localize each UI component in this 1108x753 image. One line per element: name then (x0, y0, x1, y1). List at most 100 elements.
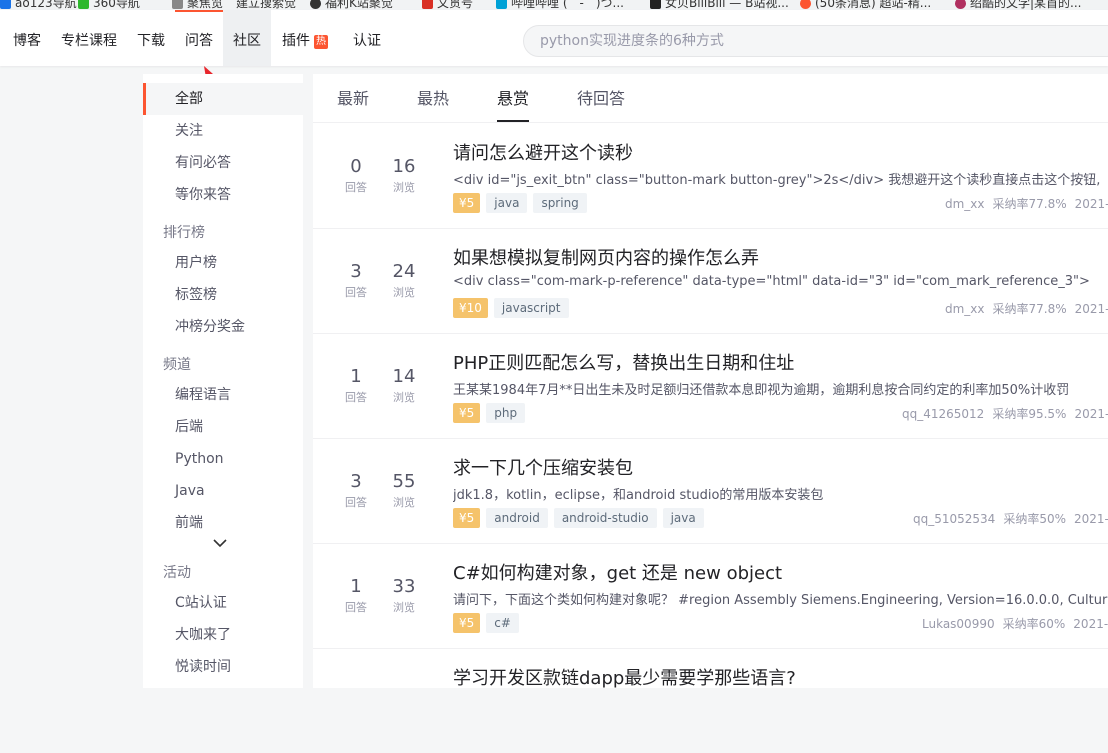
sidebar-item-backend[interactable]: 后端 (143, 411, 303, 443)
sidebar-heading-channel: 频道 (163, 357, 191, 373)
question-item[interactable]: 0 回答 16 浏览 请问怎么避开这个读秒 <div id="js_exit_btn… (313, 123, 1108, 229)
tag[interactable]: c# (486, 613, 519, 633)
answer-count: 1 回答 (336, 365, 376, 407)
bookmark-item[interactable]: 360导航 (78, 0, 140, 10)
tab-hottest[interactable]: 最热 (417, 74, 449, 122)
question-meta: Lukas00990 采纳率60% 2021-0 (922, 615, 1108, 632)
bookmark-item[interactable]: 聚焦览 (172, 0, 223, 10)
nav-plugins[interactable]: 插件热 (282, 10, 328, 66)
nav-download[interactable]: 下载 (137, 10, 165, 66)
question-title[interactable]: 求一下几个压缩安装包 (453, 454, 633, 480)
bookmark-icon (310, 0, 321, 9)
bounty-badge: ¥5 (453, 193, 481, 213)
bounty-badge: ¥5 (453, 403, 481, 423)
tag-list: ¥5 php (453, 403, 531, 423)
sidebar-item-tag-rank[interactable]: 标签榜 (143, 279, 303, 311)
hot-badge: 热 (314, 35, 328, 49)
tag[interactable]: spring (533, 193, 587, 213)
view-count-label: 浏览 (393, 391, 415, 404)
question-date: 2021-0 (1073, 617, 1108, 631)
answer-count-value: 0 (350, 156, 362, 177)
author-name[interactable]: Lukas00990 (922, 617, 995, 631)
sidebar-item-follow[interactable]: 关注 (143, 115, 303, 147)
nav-certification[interactable]: 认证 (353, 10, 381, 66)
answer-count-value: 3 (350, 471, 362, 492)
bookmark-item[interactable]: 福利K站聚觉 (310, 0, 393, 10)
bookmark-item[interactable]: (50条消息) 超站-精... (800, 0, 931, 10)
tag[interactable]: javascript (493, 298, 569, 318)
sidebar-heading-rank: 排行榜 (163, 225, 205, 241)
bookmark-item[interactable]: 女贝BiliBili — B站视... (650, 0, 789, 10)
sidebar-item-lang[interactable]: 编程语言 (143, 379, 303, 411)
tag[interactable]: android-studio (553, 508, 657, 528)
question-item[interactable]: 学习开发区款链dapp最少需要学那些语言? (313, 648, 1108, 753)
tab-bounty[interactable]: 悬赏 (497, 74, 530, 122)
tab-latest[interactable]: 最新 (337, 74, 369, 122)
question-item[interactable]: 1 回答 14 浏览 PHP正则匹配怎么写，替换出生日期和住址 王某某1984年7月… (313, 333, 1108, 439)
question-date: 2021-0 (1074, 407, 1108, 421)
nav-courses[interactable]: 专栏课程 (61, 10, 117, 66)
tag[interactable]: android (486, 508, 548, 528)
bookmark-item[interactable]: 建立搜索觉 (236, 0, 296, 10)
question-desc: <div id="js_exit_btn" class="button-mark… (453, 173, 1101, 188)
bookmark-item[interactable]: ao123导航 (0, 0, 77, 10)
bookmark-icon (172, 0, 183, 9)
sidebar-item-prize[interactable]: 冲榜分奖金 (143, 311, 303, 343)
author-name[interactable]: dm_xx (945, 197, 985, 211)
tag-list: ¥5 c# (453, 613, 525, 633)
nav-blog[interactable]: 博客 (13, 10, 41, 66)
tag-list: ¥5 java spring (453, 193, 593, 213)
sidebar-item-must-answer[interactable]: 有问必答 (143, 147, 303, 179)
accept-rate: 采纳率77.8% (992, 197, 1067, 211)
question-title[interactable]: 如果想模拟复制网页内容的操作怎么弄 (453, 244, 759, 270)
bookmark-icon (650, 0, 661, 9)
sidebar: 全部 关注 有问必答 等你来答 排行榜 用户榜 标签榜 冲榜分奖金 频道 编程语… (143, 74, 303, 688)
question-date: 2021-0 (1074, 197, 1108, 211)
tag[interactable]: java (486, 193, 528, 213)
sidebar-item-csdn-cert[interactable]: C站认证 (143, 587, 303, 619)
question-meta: dm_xx 采纳率77.8% 2021-0 (945, 195, 1108, 212)
question-item[interactable]: 3 回答 24 浏览 如果想模拟复制网页内容的操作怎么弄 <div class="c… (313, 228, 1108, 334)
author-name[interactable]: dm_xx (945, 302, 985, 316)
question-title[interactable]: 学习开发区款链dapp最少需要学那些语言? (453, 664, 796, 690)
bookmark-item[interactable]: 哔哩哔哩 (゜-゜)つ... (496, 0, 624, 10)
chevron-down-icon[interactable] (213, 538, 227, 548)
question-item[interactable]: 3 回答 55 浏览 求一下几个压缩安装包 jdk1.8，kotlin，eclips… (313, 438, 1108, 544)
sidebar-heading-activity: 活动 (163, 565, 191, 581)
question-title[interactable]: 请问怎么避开这个读秒 (453, 139, 633, 165)
author-name[interactable]: qq_41265012 (902, 407, 984, 421)
answer-count-label: 回答 (345, 496, 367, 509)
view-count-label: 浏览 (393, 286, 415, 299)
tab-unanswered[interactable]: 待回答 (577, 74, 625, 122)
question-item[interactable]: 1 回答 33 浏览 C#如何构建对象，get 还是 new object 请问下，… (313, 543, 1108, 649)
bookmark-item[interactable]: 文贯号 (422, 0, 473, 10)
sidebar-item-experts[interactable]: 大咖来了 (143, 619, 303, 651)
search-input[interactable]: python实现进度条的6种方式 (523, 25, 1108, 57)
answer-count: 0 回答 (336, 155, 376, 197)
bounty-badge: ¥5 (453, 613, 481, 633)
sidebar-item-reading[interactable]: 悦读时间 (143, 651, 303, 683)
sidebar-item-all[interactable]: 全部 (143, 83, 303, 115)
nav-qa[interactable]: 问答 (185, 10, 213, 66)
bookmark-icon (955, 0, 966, 9)
bounty-badge: ¥10 (453, 298, 488, 318)
sidebar-item-java[interactable]: Java (143, 475, 303, 507)
view-count: 33 浏览 (384, 575, 424, 617)
author-name[interactable]: qq_51052534 (913, 512, 995, 526)
sidebar-item-waiting[interactable]: 等你来答 (143, 179, 303, 211)
tag[interactable]: java (662, 508, 704, 528)
bounty-badge: ¥5 (453, 508, 481, 528)
nav-community[interactable]: 社区 (223, 10, 271, 66)
view-count: 16 浏览 (384, 155, 424, 197)
tag[interactable]: php (486, 403, 526, 423)
bookmark-item[interactable]: 绍酷的文学|某首的... (955, 0, 1082, 10)
view-count-value: 24 (392, 261, 416, 282)
tag-list: ¥5 android android-studio java (453, 508, 710, 528)
sidebar-item-python[interactable]: Python (143, 443, 303, 475)
question-title[interactable]: C#如何构建对象，get 还是 new object (453, 559, 782, 585)
sidebar-item-frontend[interactable]: 前端 (143, 507, 303, 539)
sidebar-item-user-rank[interactable]: 用户榜 (143, 247, 303, 279)
view-count-value: 16 (392, 156, 416, 177)
question-title[interactable]: PHP正则匹配怎么写，替换出生日期和住址 (453, 349, 794, 375)
bookmark-icon (0, 0, 11, 9)
